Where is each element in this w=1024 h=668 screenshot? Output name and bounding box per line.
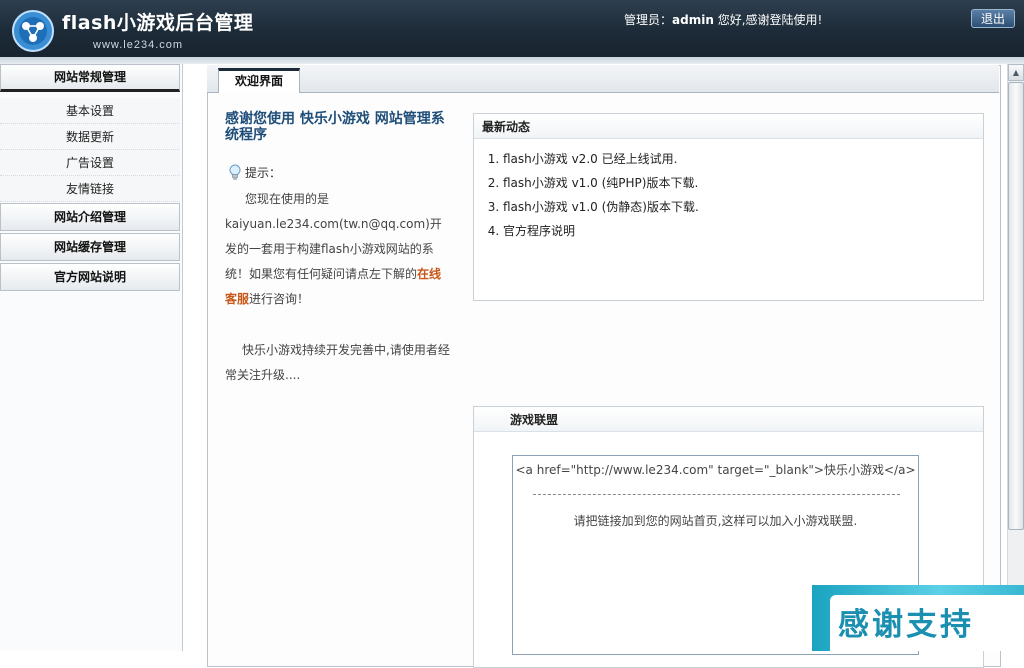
sidebar-item-basic-settings[interactable]: 基本设置 <box>0 98 180 124</box>
admin-label: 管理员： <box>624 13 673 27</box>
alliance-panel-title: 游戏联盟 <box>474 407 983 432</box>
sidebar-group-general[interactable]: 网站常规管理 <box>0 64 180 92</box>
scroll-thumb[interactable] <box>1008 82 1024 530</box>
hint-row: 提示： <box>228 164 281 181</box>
top-header: flash小游戏后台管理 www.le234.com 管理员：admin 您好,… <box>0 0 1024 58</box>
admin-greeting: 管理员：admin 您好,感谢登陆使用! <box>624 11 822 28</box>
alliance-tip: 请把链接加到您的网站首页,这样可以加入小游戏联盟. <box>573 514 858 528</box>
news-list: flash小游戏 v2.0 已经上线试用. flash小游戏 v1.0 (纯PH… <box>474 139 983 243</box>
thanks-text: 感谢支持 <box>838 607 974 643</box>
app-title: flash小游戏后台管理 <box>62 12 254 34</box>
sidebar-item-data-update[interactable]: 数据更新 <box>0 124 180 150</box>
news-panel: 最新动态 flash小游戏 v2.0 已经上线试用. flash小游戏 v1.0… <box>473 113 984 301</box>
news-item[interactable]: flash小游戏 v1.0 (伪静态)版本下载. <box>503 195 983 219</box>
tab-welcome[interactable]: 欢迎界面 <box>218 68 300 93</box>
alliance-code: <a href="http://www.le234.com" target="_… <box>515 463 916 477</box>
thanks-banner: 感谢支持 <box>812 585 1024 651</box>
vertical-scrollbar[interactable]: ▲ <box>1007 64 1024 651</box>
sidebar-group-intro[interactable]: 网站介绍管理 <box>0 203 180 231</box>
tab-bar <box>207 65 999 93</box>
header-divider <box>0 57 1024 64</box>
admin-name: admin <box>672 13 714 27</box>
intro-upgrade-text: 快乐小游戏持续开发完善中,请使用者经常关注升级.... <box>225 343 450 382</box>
sidebar-group-cache[interactable]: 网站缓存管理 <box>0 233 180 261</box>
intro-after: 进行咨询！ <box>249 292 310 306</box>
news-panel-title: 最新动态 <box>474 114 983 139</box>
dashed-divider <box>533 494 900 495</box>
lightbulb-icon <box>229 164 241 180</box>
greeting-text: 您好,感谢登陆使用! <box>713 13 823 27</box>
intro-text: 您现在使用的是kaiyuan.le234.com(tw.n@qq.com)开发的… <box>225 187 453 312</box>
logo-icon <box>12 10 54 52</box>
sidebar-item-friend-links[interactable]: 友情链接 <box>0 176 180 202</box>
sidebar-item-ad-settings[interactable]: 广告设置 <box>0 150 180 176</box>
scroll-up-arrow-icon[interactable]: ▲ <box>1008 64 1024 81</box>
sidebar-group-official[interactable]: 官方网站说明 <box>0 263 180 291</box>
thanks-banner-inner: 感谢支持 <box>830 595 1024 651</box>
news-item[interactable]: 官方程序说明 <box>503 219 983 243</box>
news-item[interactable]: flash小游戏 v1.0 (纯PHP)版本下载. <box>503 171 983 195</box>
site-url: www.le234.com <box>93 39 184 51</box>
news-item[interactable]: flash小游戏 v2.0 已经上线试用. <box>503 147 983 171</box>
intro-before: 您现在使用的是kaiyuan.le234.com(tw.n@qq.com)开发的… <box>225 192 442 281</box>
hint-label: 提示： <box>245 166 282 180</box>
logout-button[interactable]: 退出 <box>971 9 1015 28</box>
welcome-title: 感谢您使用 快乐小游戏 网站管理系统程序 <box>225 111 445 143</box>
